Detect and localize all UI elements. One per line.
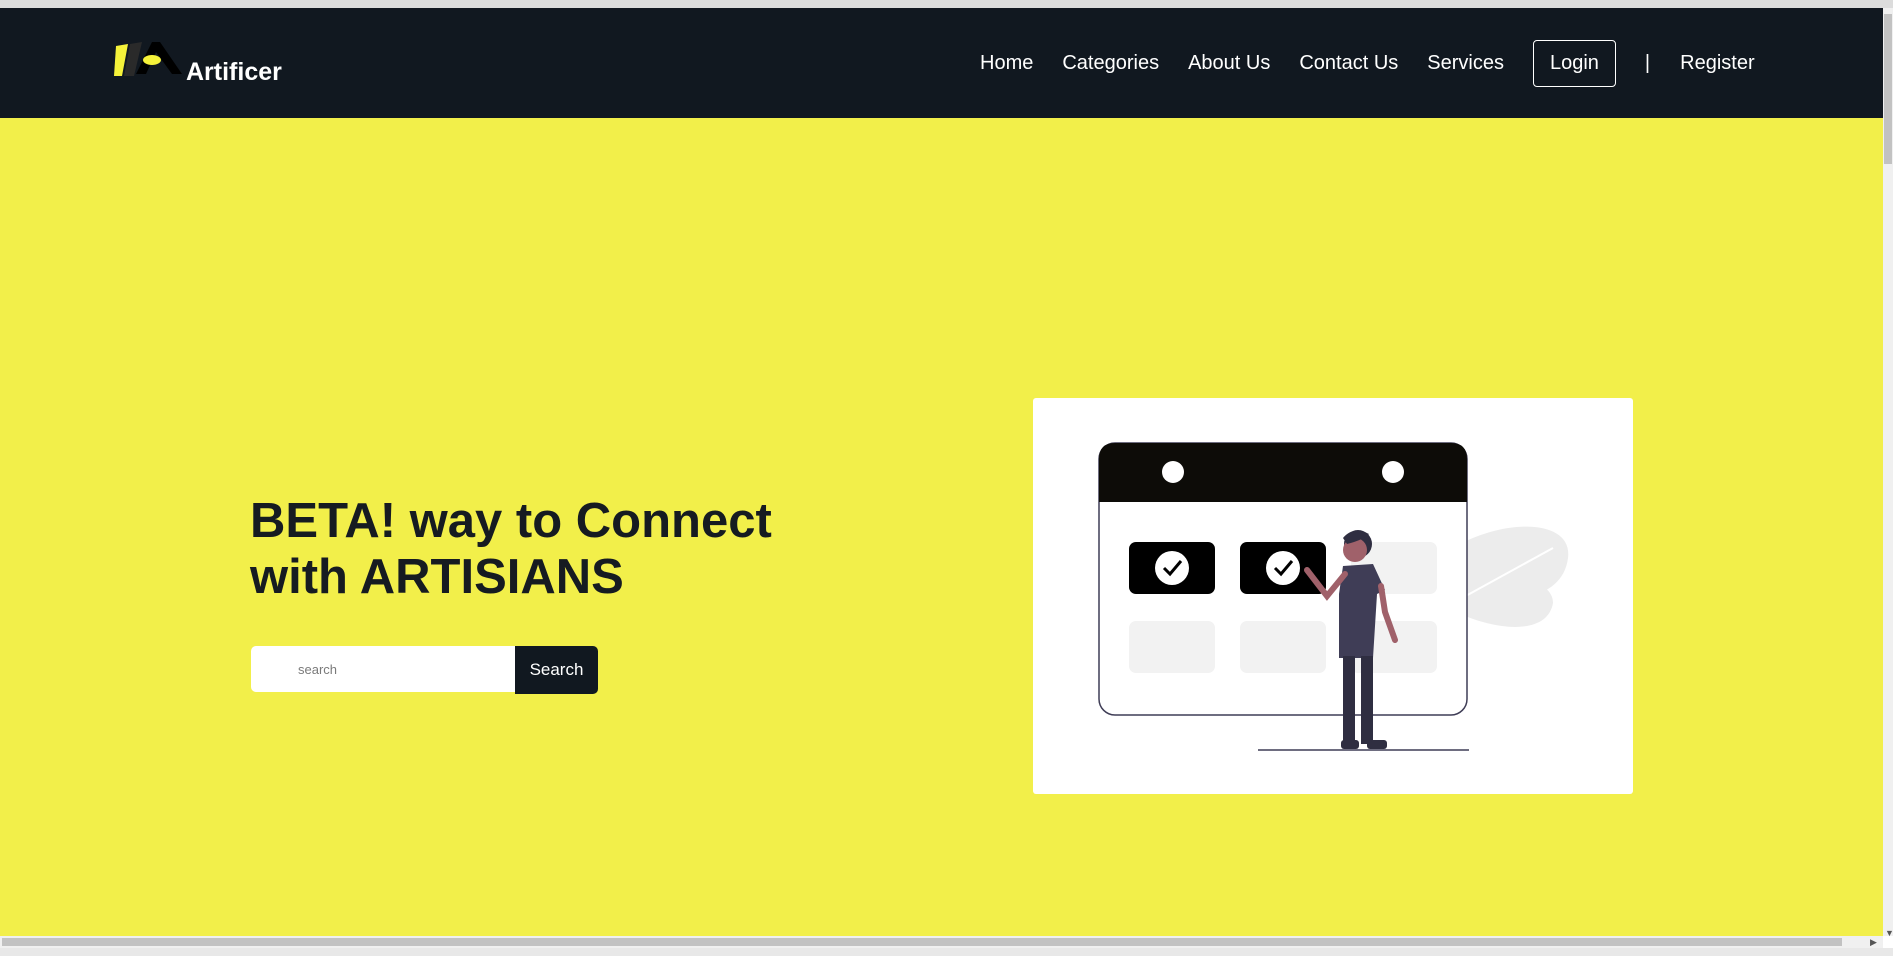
calendar-checklist-illustration xyxy=(1098,442,1569,751)
nav-about-us[interactable]: About Us xyxy=(1188,52,1270,75)
leaf-decoration xyxy=(1452,526,1569,627)
nav-links: Home Categories About Us Contact Us Serv… xyxy=(980,39,1784,87)
scroll-right-arrow-icon[interactable]: ▶ xyxy=(1870,937,1877,947)
nav-categories[interactable]: Categories xyxy=(1062,52,1159,75)
nav-home[interactable]: Home xyxy=(980,52,1033,75)
brand-name[interactable]: Artificer xyxy=(186,58,282,87)
illustration-card xyxy=(1033,398,1633,794)
hero-headline-line-2: with ARTISIANS xyxy=(250,550,624,604)
nav-services[interactable]: Services xyxy=(1427,52,1504,75)
hero-section: BETA! way to Connect with ARTISIANS Sear… xyxy=(0,118,1883,936)
vertical-scroll-thumb[interactable] xyxy=(1884,14,1892,164)
register-link[interactable]: Register xyxy=(1680,52,1754,75)
horizontal-scroll-thumb[interactable] xyxy=(2,938,1842,946)
search-input[interactable] xyxy=(251,646,516,692)
browser-top-strip xyxy=(0,0,1893,8)
page: Artificer Home Categories About Us Conta… xyxy=(0,8,1883,936)
navbar: Artificer Home Categories About Us Conta… xyxy=(0,8,1883,118)
nav-separator: | xyxy=(1644,51,1651,74)
browser-bottom-strip xyxy=(0,948,1893,956)
nav-contact-us[interactable]: Contact Us xyxy=(1299,52,1398,75)
hero-headline: BETA! way to Connect with ARTISIANS xyxy=(250,493,772,605)
hero-headline-line-1: BETA! way to Connect xyxy=(250,494,772,548)
search-button[interactable]: Search xyxy=(515,646,598,694)
login-button[interactable]: Login xyxy=(1532,39,1616,87)
artificer-logo-icon xyxy=(114,42,182,76)
scroll-down-arrow-icon[interactable]: ▼ xyxy=(1885,928,1893,938)
